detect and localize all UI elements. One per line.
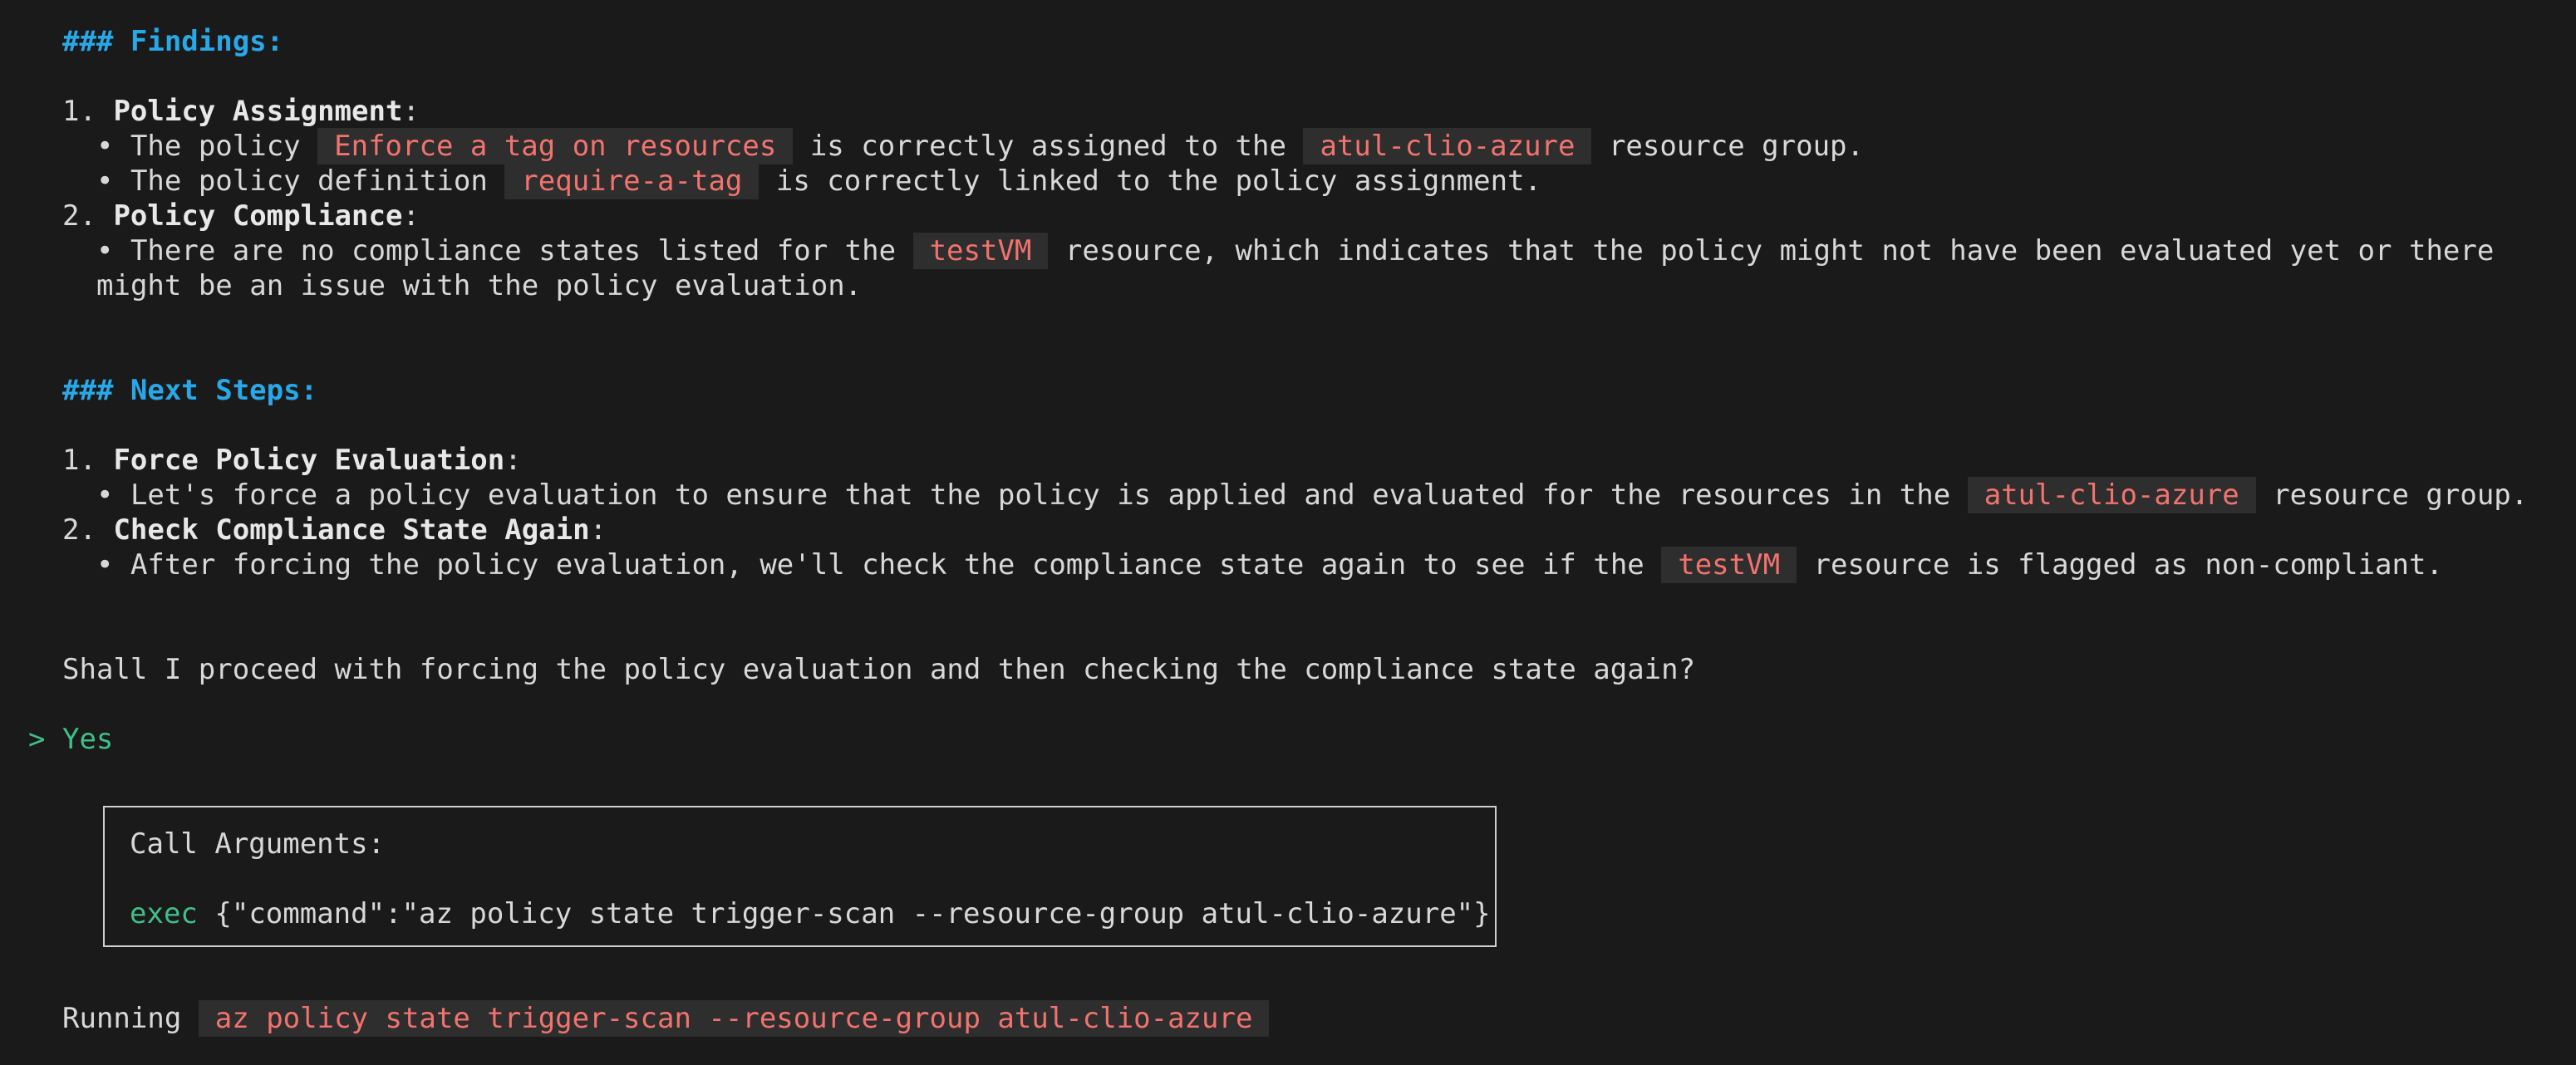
bullet-text: There are no compliance states listed fo… bbox=[130, 234, 913, 267]
inline-code: testVM bbox=[912, 233, 1049, 269]
findings-bullet-2-1-continuation: might be an issue with the policy evalua… bbox=[96, 269, 863, 302]
next-steps-heading: ### Next Steps: bbox=[62, 374, 318, 407]
bullet-text: resource, which indicates that the polic… bbox=[1048, 234, 2495, 267]
prompt-symbol: > bbox=[28, 723, 46, 756]
call-arguments-title: Call Arguments: bbox=[130, 827, 386, 861]
call-arguments-line: exec {"command":"az policy state trigger… bbox=[130, 896, 1491, 931]
findings-heading: ### Findings: bbox=[62, 25, 284, 58]
running-command: az policy state trigger-scan --resource-… bbox=[198, 1000, 1270, 1037]
inline-code: atul-clio-azure bbox=[1967, 477, 2256, 513]
list-number: 1. bbox=[62, 95, 96, 128]
next-steps-item-2: 2. Check Compliance State Again: bbox=[62, 513, 607, 547]
findings-item-1: 1. Policy Assignment: bbox=[62, 95, 420, 128]
findings-item-2: 2. Policy Compliance: bbox=[62, 199, 420, 233]
bullet-text: is correctly linked to the policy assign… bbox=[759, 164, 1542, 198]
bullet-text: is correctly assigned to the bbox=[793, 130, 1304, 163]
next-steps-bullet-1-1: • Let's force a policy evaluation to ens… bbox=[96, 477, 2529, 513]
inline-code: testVM bbox=[1661, 547, 1797, 583]
bullet-text: resource group. bbox=[1591, 130, 1864, 163]
bullet-text: resource is flagged as non-compliant. bbox=[1797, 548, 2443, 582]
running-label: Running bbox=[62, 1002, 182, 1035]
user-reply: > Yes bbox=[28, 722, 113, 757]
findings-bullet-2-1: • There are no compliance states listed … bbox=[96, 233, 2495, 269]
user-reply-text: Yes bbox=[61, 723, 114, 756]
item-title: Policy Compliance bbox=[113, 199, 403, 233]
list-number: 2. bbox=[62, 199, 96, 233]
running-status: Running az policy state trigger-scan --r… bbox=[62, 1000, 1270, 1037]
inline-code: Enforce a tag on resources bbox=[317, 128, 794, 164]
list-number: 1. bbox=[62, 444, 96, 477]
tool-name: exec bbox=[130, 897, 198, 930]
findings-bullet-1-2: • The policy definition require-a-tag is… bbox=[96, 163, 1542, 199]
next-steps-item-1: 1. Force Policy Evaluation: bbox=[62, 444, 522, 477]
list-number: 2. bbox=[62, 513, 96, 547]
findings-bullet-1-1: • The policy Enforce a tag on resources … bbox=[96, 128, 1864, 164]
item-title: Policy Assignment bbox=[113, 95, 403, 128]
next-steps-bullet-2-1: • After forcing the policy evaluation, w… bbox=[96, 547, 2443, 583]
bullet-text: resource group. bbox=[2255, 479, 2529, 512]
item-title: Force Policy Evaluation bbox=[113, 444, 505, 477]
bullet-text: The policy bbox=[130, 130, 318, 163]
inline-code: atul-clio-azure bbox=[1303, 128, 1592, 164]
bullet-text: The policy definition bbox=[130, 164, 505, 198]
bullet-text: Let's force a policy evaluation to ensur… bbox=[130, 479, 1968, 512]
item-title: Check Compliance State Again bbox=[113, 513, 590, 547]
assistant-question: Shall I proceed with forcing the policy … bbox=[62, 653, 1696, 686]
tool-args: {"command":"az policy state trigger-scan… bbox=[214, 897, 1491, 930]
inline-code: require-a-tag bbox=[504, 163, 760, 199]
bullet-text: After forcing the policy evaluation, we'… bbox=[130, 548, 1662, 582]
